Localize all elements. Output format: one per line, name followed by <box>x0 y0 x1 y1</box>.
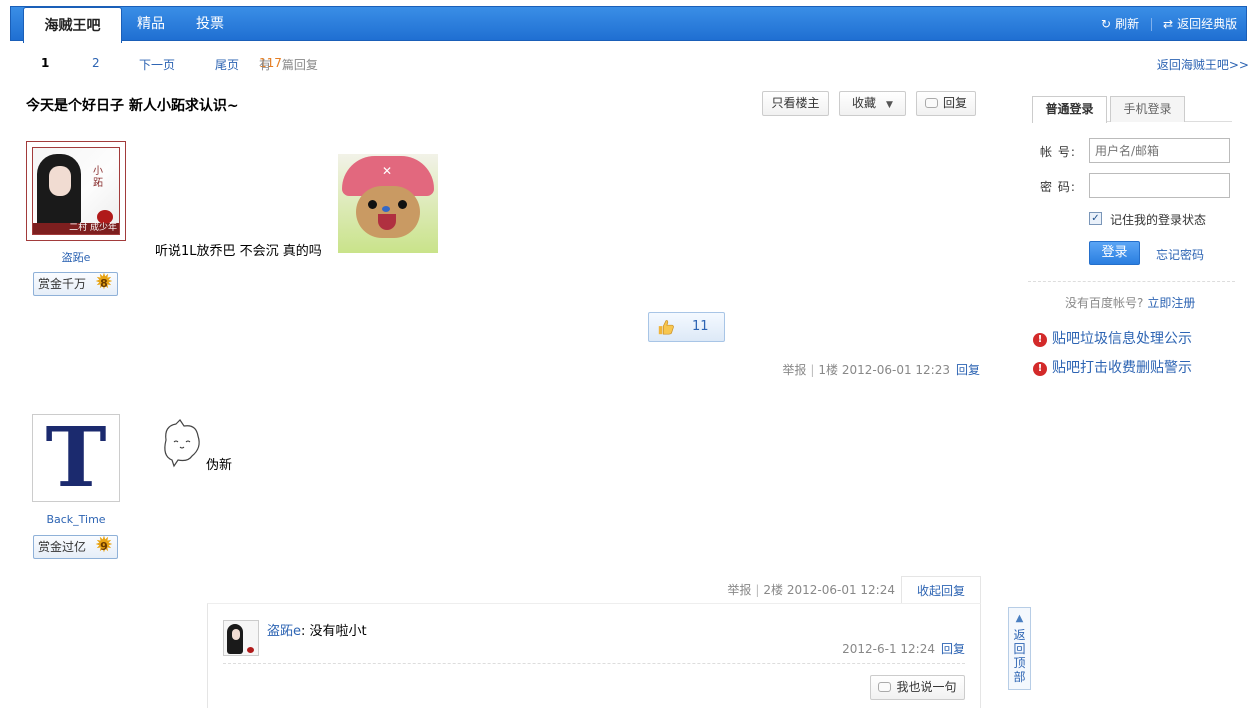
page-1-current: 1 <box>41 56 50 70</box>
divider <box>223 663 965 664</box>
sub-reply-content: 盗跖e: 没有啦小t <box>267 624 367 639</box>
avatar[interactable]: 小跖 二村 成少年 <box>26 141 126 241</box>
remember-label: 记住我的登录状态 <box>1110 213 1207 227</box>
password-label: 密 码: <box>1040 180 1076 194</box>
switch-icon: ⇄ <box>1163 17 1174 31</box>
cat-emoticon <box>164 419 200 468</box>
sub-reply-box: 盗跖e: 没有啦小t 2012-6-1 12:24 回复 我也说一句 <box>207 603 981 708</box>
warning-icon: ! <box>1033 362 1047 376</box>
add-comment-button[interactable]: 我也说一句 <box>870 675 965 700</box>
favorite-button[interactable]: 收藏 ▼ <box>839 91 906 116</box>
level-badge[interactable]: 赏金过亿 ✹ 9 <box>33 535 118 559</box>
remember-checkbox[interactable]: ✓ <box>1089 212 1102 225</box>
post-username[interactable]: Back_Time <box>26 513 126 526</box>
register-link[interactable]: 立即注册 <box>1147 296 1195 310</box>
post-time: 2012-06-01 12:23 <box>841 363 950 377</box>
avatar-band-text: 二村 成少年 <box>33 223 119 234</box>
report-link[interactable]: 举报 <box>727 583 751 597</box>
floor-number: 1楼 <box>818 363 839 377</box>
forgot-password-link[interactable]: 忘记密码 <box>1156 246 1204 263</box>
no-account-text: 没有百度帐号? 立即注册 <box>1065 296 1196 310</box>
thread-title: 今天是个好日子 新人小跖求认识~ <box>26 98 239 114</box>
reply-count: 有 117 篇回复 <box>259 56 318 72</box>
refresh-link[interactable]: ↻ 刷新 <box>1101 7 1139 42</box>
level-badge[interactable]: 赏金千万 ✹ 8 <box>33 272 118 296</box>
post-content: 伪新 <box>206 458 233 473</box>
account-input[interactable] <box>1089 138 1230 163</box>
tab-mobile-login[interactable]: 手机登录 <box>1110 96 1185 122</box>
chevron-down-icon: ▼ <box>886 100 893 110</box>
post-time: 2012-06-01 12:24 <box>786 583 895 597</box>
sub-reply-link[interactable]: 回复 <box>941 642 965 656</box>
back-to-top-button[interactable]: ▲ 返回顶部 <box>1008 607 1031 690</box>
back-to-bar-link[interactable]: 返回海贼王吧>> <box>1157 56 1249 73</box>
warning-icon: ! <box>1033 333 1047 347</box>
thumbs-up-icon <box>658 320 674 335</box>
tab-normal-login[interactable]: 普通登录 <box>1032 96 1107 123</box>
account-label: 帐 号: <box>1040 145 1076 159</box>
like-count: 11 <box>692 319 709 334</box>
divider <box>1028 281 1235 282</box>
only-op-button[interactable]: 只看楼主 <box>762 91 829 116</box>
collapse-replies-button[interactable]: 收起回复 <box>901 576 981 604</box>
nav-divider <box>1151 18 1152 31</box>
arrow-up-icon: ▲ <box>1015 613 1024 624</box>
last-page-link[interactable]: 尾页 <box>215 56 239 73</box>
reply-link[interactable]: 回复 <box>956 363 980 377</box>
sub-reply-username[interactable]: 盗跖e <box>267 624 301 639</box>
report-link[interactable]: 举报 <box>782 363 806 377</box>
login-button[interactable]: 登录 <box>1089 241 1140 265</box>
avatar-caption: 小跖 <box>93 166 103 189</box>
comment-icon <box>924 98 938 108</box>
level-number: 8 <box>100 277 108 290</box>
comment-icon <box>878 682 892 692</box>
avatar-letter: T <box>45 410 107 506</box>
notice-link-spam[interactable]: ! 贴吧垃圾信息处理公示 <box>1033 328 1192 348</box>
level-number: 9 <box>100 540 108 553</box>
tab-bar-home[interactable]: 海贼王吧 <box>23 7 122 43</box>
password-input[interactable] <box>1089 173 1230 198</box>
login-tabs: 普通登录 手机登录 <box>1032 96 1232 123</box>
reply-button[interactable]: 回复 <box>916 91 976 116</box>
avatar[interactable] <box>223 620 259 656</box>
post-content: 听说1L放乔巴 不会沉 真的吗 <box>155 244 322 259</box>
top-nav-bar: 海贼王吧 精品 投票 ↻ 刷新 ⇄ 返回经典版 <box>10 6 1247 43</box>
notice-link-paid-delete[interactable]: ! 贴吧打击收费删贴警示 <box>1033 357 1192 377</box>
tab-featured[interactable]: 精品 <box>137 7 165 42</box>
post-meta: 举报 | 2楼 2012-06-01 12:24 <box>727 583 895 597</box>
tab-vote[interactable]: 投票 <box>196 7 224 42</box>
next-page-link[interactable]: 下一页 <box>139 56 175 73</box>
classic-version-link[interactable]: ⇄ 返回经典版 <box>1163 7 1237 42</box>
like-button[interactable]: 11 <box>648 312 725 342</box>
post-meta: 举报 | 1楼 2012-06-01 12:23 回复 <box>782 363 980 377</box>
avatar[interactable]: T <box>32 414 120 502</box>
post-username[interactable]: 盗跖e <box>26 249 126 265</box>
chopper-image: ✕ <box>338 154 438 253</box>
sub-reply-time: 2012-6-1 12:24 <box>842 642 935 656</box>
sub-reply-meta: 2012-6-1 12:24 回复 <box>842 640 965 657</box>
refresh-icon: ↻ <box>1101 17 1112 31</box>
page-2-link[interactable]: 2 <box>92 56 100 70</box>
floor-number: 2楼 <box>763 583 784 597</box>
